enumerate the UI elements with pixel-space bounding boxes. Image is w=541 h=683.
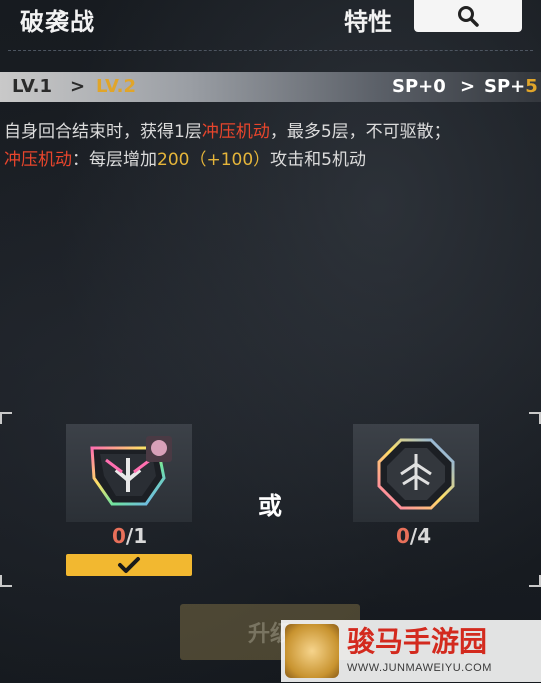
- desc-text: ：每层增加: [72, 150, 157, 170]
- trait-label: 特性: [344, 8, 392, 36]
- search-icon: [458, 6, 479, 27]
- skill-description: 自身回合结束时，获得1层冲压机动，最多5层，不可驱散； 冲压机动：每层增加200…: [4, 118, 534, 174]
- chip-emblem-icon: [90, 436, 172, 506]
- corner-bracket: [529, 575, 541, 587]
- search-button[interactable]: [414, 0, 522, 32]
- divider: [8, 50, 533, 51]
- item1-need: /1: [125, 524, 148, 548]
- checkmark-icon: [118, 557, 140, 573]
- keyword-ram-maneuver: 冲压机动: [201, 122, 270, 142]
- item1-have: 0: [112, 524, 126, 548]
- desc-text: 攻击和5机动: [270, 150, 366, 170]
- or-label: 或: [258, 492, 282, 520]
- selected-indicator[interactable]: [66, 554, 192, 576]
- keyword-ram-maneuver: 冲压机动: [4, 150, 72, 170]
- core-emblem-icon: [377, 438, 455, 510]
- watermark-url: WWW.JUNMAWEIYU.COM: [347, 662, 492, 674]
- current-sp: SP+0: [392, 76, 446, 97]
- desc-text: ，最多5层，不可驱散；: [269, 122, 451, 142]
- horse-logo-icon: [285, 624, 339, 678]
- current-level: LV.1: [12, 76, 52, 97]
- level-bar: LV.1 > LV.2 SP+0 > SP+5: [0, 72, 541, 102]
- material-item-chip[interactable]: [66, 424, 192, 522]
- watermark-title: 骏马手游园: [347, 625, 488, 658]
- materials-panel: 0/1 或 0/4: [0, 412, 541, 587]
- next-sp-value: 5: [525, 76, 538, 97]
- next-sp-prefix: SP+: [484, 76, 526, 97]
- item2-need: /4: [409, 524, 432, 548]
- item2-have: 0: [396, 524, 410, 548]
- corner-bracket: [0, 575, 12, 587]
- corner-bracket: [0, 412, 12, 424]
- watermark: 骏马手游园 WWW.JUNMAWEIYU.COM: [281, 620, 541, 682]
- level-arrow: >: [70, 76, 86, 97]
- next-sp: SP+5: [484, 72, 538, 102]
- desc-text: 自身回合结束时，获得1层: [4, 122, 202, 142]
- item2-count: 0/4: [396, 524, 431, 548]
- material-item-core[interactable]: [353, 424, 479, 522]
- next-level: LV.2: [96, 76, 136, 97]
- page-title: 破袭战: [20, 8, 95, 36]
- bonus-value: 200（+100）: [157, 150, 271, 170]
- sp-arrow: >: [460, 76, 476, 97]
- corner-bracket: [529, 412, 541, 424]
- item1-count: 0/1: [112, 524, 147, 548]
